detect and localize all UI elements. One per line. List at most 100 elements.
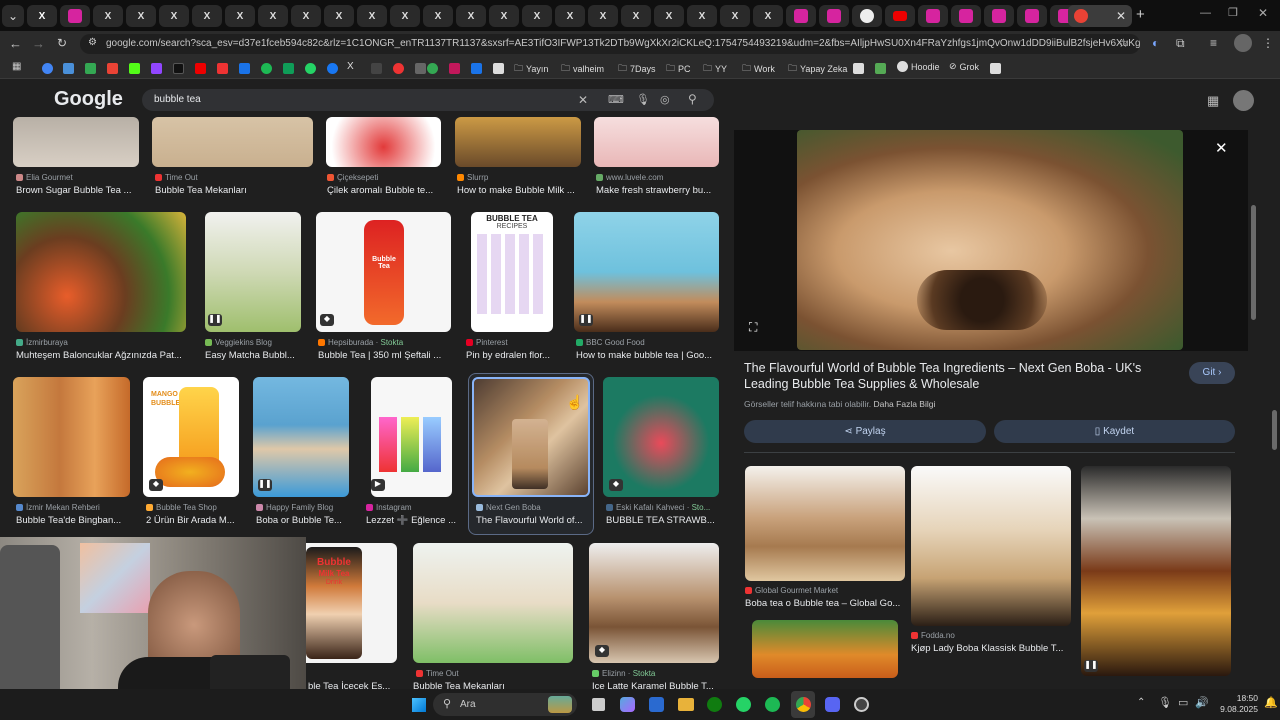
- lens-search-icon[interactable]: ⛶: [749, 320, 757, 335]
- related-image[interactable]: [1081, 466, 1231, 676]
- search-icon[interactable]: ⚲: [688, 92, 697, 106]
- bookmark-icon[interactable]: [63, 63, 74, 74]
- bookmark-star-icon[interactable]: ☆: [1118, 36, 1129, 50]
- tiktok-bookmark-icon[interactable]: [173, 63, 184, 74]
- forward-icon[interactable]: →: [32, 36, 45, 51]
- tab-instagram[interactable]: [786, 5, 816, 27]
- tab-google-images-active[interactable]: ✕: [1068, 5, 1132, 27]
- twitch-bookmark-icon[interactable]: [151, 63, 162, 74]
- result-title[interactable]: Çilek aromalı Bubble te...: [327, 185, 442, 196]
- related-image[interactable]: [752, 620, 898, 678]
- spotify-icon[interactable]: [765, 697, 780, 712]
- notifications-icon[interactable]: 🔔: [1264, 696, 1278, 709]
- extension-icon[interactable]: ◐: [1152, 36, 1159, 50]
- x-bookmark-icon[interactable]: X: [347, 61, 354, 72]
- result-title[interactable]: Easy Matcha Bubbl...: [205, 350, 301, 361]
- tab-x[interactable]: X: [324, 5, 354, 27]
- bookmark-folder-valheim[interactable]: 🗀 valheim: [561, 61, 604, 77]
- result-title[interactable]: Muhteşem Baloncuklar Ağzınızda Pat...: [16, 350, 186, 361]
- tab-x[interactable]: X: [654, 5, 684, 27]
- bookmark-folder-7days[interactable]: 🗀 7Days: [618, 61, 656, 77]
- volume-icon[interactable]: 🔊: [1195, 696, 1209, 709]
- related-image[interactable]: [911, 466, 1071, 626]
- result-title[interactable]: How to make bubble tea | Goo...: [576, 350, 719, 361]
- keyboard-icon[interactable]: ⌨: [608, 93, 624, 106]
- whatsapp-icon[interactable]: [736, 697, 751, 712]
- bookmark-icon[interactable]: [449, 63, 460, 74]
- result-image[interactable]: [589, 543, 719, 663]
- facebook-bookmark-icon[interactable]: [327, 63, 338, 74]
- tab-x[interactable]: X: [192, 5, 222, 27]
- new-tab-icon[interactable]: +: [1136, 6, 1145, 23]
- tab-x[interactable]: X: [555, 5, 585, 27]
- maps-bookmark-icon[interactable]: [85, 63, 96, 74]
- tab-x[interactable]: X: [720, 5, 750, 27]
- bookmark-icon[interactable]: [371, 63, 382, 74]
- google-bookmark-icon[interactable]: [42, 63, 53, 74]
- bookmark-icon[interactable]: [239, 63, 250, 74]
- bookmark-icon[interactable]: [493, 63, 504, 74]
- gmail-bookmark-icon[interactable]: [107, 63, 118, 74]
- tab-instagram[interactable]: [1017, 5, 1047, 27]
- bookmark-hoodie[interactable]: Hoodie: [897, 61, 940, 72]
- bookmark-icon[interactable]: [427, 63, 438, 74]
- result-image[interactable]: [152, 117, 313, 167]
- tab-x[interactable]: X: [390, 5, 420, 27]
- microphone-icon[interactable]: 🎙: [1158, 696, 1172, 709]
- lens-icon[interactable]: ◎: [660, 93, 670, 106]
- bookmark-icon[interactable]: [415, 63, 426, 74]
- tab-x[interactable]: X: [357, 5, 387, 27]
- result-image[interactable]: Bubble Tea: [316, 212, 451, 332]
- account-avatar[interactable]: [1233, 90, 1254, 111]
- bookmark-folder-work[interactable]: 🗀 Work: [742, 61, 775, 77]
- result-image[interactable]: [413, 543, 573, 663]
- bookmark-folder-yy[interactable]: 🗀 YY: [703, 61, 727, 77]
- result-title[interactable]: Bubble Tea Mekanları: [155, 185, 310, 196]
- share-button[interactable]: ⋖ Paylaş: [744, 420, 986, 443]
- bookmark-icon[interactable]: [471, 63, 482, 74]
- result-image[interactable]: BUBBLE TEA RECIPES: [471, 212, 553, 332]
- result-image[interactable]: [594, 117, 719, 167]
- obs-icon[interactable]: [854, 697, 869, 712]
- result-image[interactable]: [326, 117, 441, 167]
- address-bar[interactable]: google.com/search?sca_esv=d37e1fceb594c8…: [80, 34, 1140, 54]
- tab-instagram[interactable]: [951, 5, 981, 27]
- bookmark-icon[interactable]: [217, 63, 228, 74]
- task-view-icon[interactable]: [592, 698, 605, 711]
- back-icon[interactable]: ←: [9, 36, 22, 51]
- tab-chatgpt[interactable]: [852, 5, 882, 27]
- related-title[interactable]: Boba tea o Bubble tea – Global Go...: [745, 598, 903, 609]
- clock[interactable]: 18:50 9.08.2025: [1212, 693, 1258, 715]
- result-title[interactable]: 2 Ürün Bir Arada M...: [146, 515, 239, 526]
- page-scrollbar[interactable]: [1272, 410, 1277, 450]
- tray-chevron-icon[interactable]: ⌃: [1137, 697, 1145, 708]
- tab-x[interactable]: X: [753, 5, 783, 27]
- profile-avatar[interactable]: [1234, 34, 1252, 52]
- result-image[interactable]: [455, 117, 581, 167]
- network-icon[interactable]: ▭: [1178, 696, 1188, 709]
- bookmark-folder-yapay-zeka[interactable]: 🗀 Yapay Zeka: [788, 61, 847, 77]
- bookmark-icon[interactable]: [875, 63, 886, 74]
- tab-search-button[interactable]: ⌄: [2, 5, 24, 27]
- tab-instagram[interactable]: [984, 5, 1014, 27]
- bookmark-icon[interactable]: [853, 63, 864, 74]
- result-image[interactable]: [16, 212, 186, 332]
- copilot-icon[interactable]: [620, 697, 635, 712]
- discord-icon[interactable]: [825, 697, 840, 712]
- bookmark-icon[interactable]: [283, 63, 294, 74]
- menu-kebab-icon[interactable]: ⋮: [1262, 36, 1274, 50]
- tab-x[interactable]: X: [423, 5, 453, 27]
- more-info-link[interactable]: Daha Fazla Bilgi: [873, 399, 935, 409]
- tab-x[interactable]: X: [126, 5, 156, 27]
- bookmark-grok[interactable]: ⊘ Grok: [949, 61, 979, 72]
- result-title[interactable]: Lezzet ➕ Eğlence ...: [366, 515, 460, 526]
- tab-instagram[interactable]: [819, 5, 849, 27]
- file-explorer-icon[interactable]: [678, 698, 694, 711]
- tab-x[interactable]: X: [456, 5, 486, 27]
- related-image[interactable]: [745, 466, 905, 581]
- tab-x[interactable]: X: [93, 5, 123, 27]
- minimize-icon[interactable]: —: [1200, 7, 1211, 19]
- tab-x[interactable]: X: [258, 5, 288, 27]
- result-title[interactable]: Boba or Bubble Te...: [256, 515, 350, 526]
- result-title[interactable]: Pin by edralen flor...: [466, 350, 556, 361]
